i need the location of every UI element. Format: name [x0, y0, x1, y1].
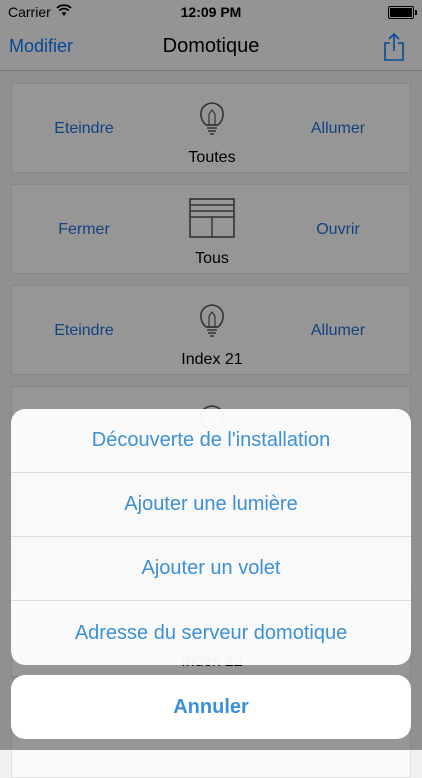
discover-installation-button[interactable]: Découverte de l'installation: [11, 409, 411, 473]
server-address-button[interactable]: Adresse du serveur domotique: [11, 601, 411, 665]
action-sheet: Découverte de l'installation Ajouter une…: [11, 409, 411, 665]
cancel-button[interactable]: Annuler: [11, 675, 411, 739]
add-light-button[interactable]: Ajouter une lumière: [11, 473, 411, 537]
add-shutter-button[interactable]: Ajouter un volet: [11, 537, 411, 601]
